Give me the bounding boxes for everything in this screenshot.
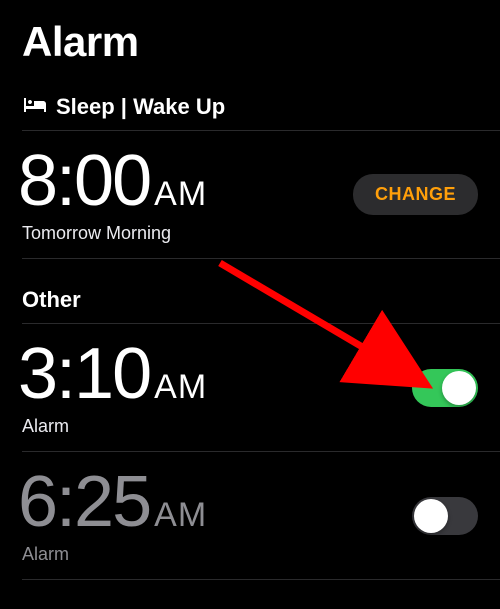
alarm-period: AM [154,368,207,407]
alarm-row-1[interactable]: 6:25 AM Alarm [0,452,500,579]
change-button[interactable]: CHANGE [353,174,478,215]
toggle-knob [414,499,448,533]
alarm-row-0[interactable]: 3:10 AM Alarm [0,324,500,451]
alarm-subtitle: Alarm [18,544,207,565]
alarm-time: 6:25 [18,466,150,538]
sleep-wake-period: AM [154,175,207,214]
other-header: Other [0,259,500,323]
alarm-toggle-1[interactable] [412,497,478,535]
alarm-time: 3:10 [18,338,150,410]
sleep-wake-alarm-row[interactable]: 8:00 AM Tomorrow Morning CHANGE [0,131,500,258]
alarm-toggle-0[interactable] [412,369,478,407]
sleep-wake-subtitle: Tomorrow Morning [18,223,207,244]
sleep-wake-label: Sleep | Wake Up [56,94,225,120]
bed-icon [22,94,48,120]
divider [22,579,500,580]
toggle-knob [442,371,476,405]
alarm-period: AM [154,496,207,535]
alarm-subtitle: Alarm [18,416,207,437]
sleep-wake-header: Sleep | Wake Up [0,78,500,130]
sleep-wake-time: 8:00 [18,145,150,217]
page-title: Alarm [0,0,500,78]
